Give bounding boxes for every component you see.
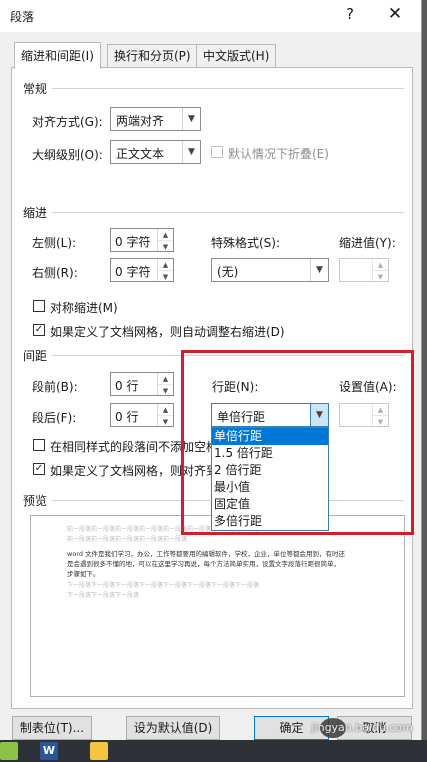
space-after-input[interactable]: 0 行 ▲ ▼	[110, 403, 174, 427]
spin-up-icon[interactable]: ▲	[158, 373, 173, 384]
title-bar: 段落 ? ✕	[0, 0, 421, 32]
outline-level-select[interactable]: 正文文本 ▼	[110, 140, 201, 164]
auto-adjust-label: 如果定义了文档网格，则自动调整右缩进(D)	[50, 325, 285, 339]
spin-up-icon[interactable]: ▲	[158, 259, 173, 270]
preview-next-line: 下一段落下一段落下一段落下一段落下一段落下一段落下一段落下一段落	[67, 582, 260, 589]
spin-up-icon[interactable]: ▲	[373, 259, 388, 270]
mirror-indents-checkbox[interactable]	[33, 300, 45, 312]
indent-divider	[52, 212, 404, 213]
watermark-text: jingyan.baidu.com	[311, 721, 413, 734]
spin-up-icon[interactable]: ▲	[158, 229, 173, 240]
indent-by-input[interactable]: ▲ ▼	[339, 258, 389, 282]
chevron-down-icon: ▼	[182, 108, 200, 130]
right-indent-label: 右侧(R):	[32, 266, 78, 280]
space-before-label: 段前(B):	[32, 380, 78, 394]
outline-level-label: 大纲级别(O):	[32, 148, 103, 162]
preview-prev-line: 前一段落前一段落前一段落前一段落前一段落	[67, 536, 188, 543]
right-indent-input[interactable]: 0 字符 ▲ ▼	[110, 258, 174, 282]
chevron-down-icon: ▼	[310, 259, 328, 281]
preview-next-line: 下一段落下一段落下一段落	[67, 592, 140, 599]
special-label: 特殊格式(S):	[211, 236, 281, 250]
preview-sample-line: 步骤如下。	[67, 570, 100, 578]
left-indent-label: 左侧(L):	[32, 236, 77, 250]
tab-line-page-breaks[interactable]: 换行和分页(P)	[107, 44, 198, 67]
help-button[interactable]: ?	[340, 5, 360, 23]
mirror-indents-label: 对称缩进(M)	[50, 301, 118, 315]
highlight-annotation-box	[181, 350, 414, 535]
auto-adjust-checkbox[interactable]: ✓	[33, 324, 45, 336]
general-header: 常规	[23, 82, 48, 96]
collapse-label: 默认情况下折叠(E)	[228, 147, 329, 161]
tab-asian-typography[interactable]: 中文版式(H)	[196, 44, 277, 67]
collapse-checkbox[interactable]	[211, 146, 223, 158]
chevron-down-icon: ▼	[182, 141, 200, 163]
taskbar: W	[0, 740, 427, 762]
indent-by-label: 缩进值(Y):	[339, 236, 396, 250]
preview-sample-line: 是会遇到很多不懂的地，可以在这里学习再说，每个方法简单实用，设置文字段落行距很简…	[67, 560, 340, 568]
spin-down-icon[interactable]: ▼	[373, 270, 388, 282]
no-space-same-style-checkbox[interactable]	[33, 439, 45, 451]
special-format-select[interactable]: (无) ▼	[211, 258, 329, 282]
paragraph-dialog: 段落 ? ✕ 缩进和间距(I) 换行和分页(P) 中文版式(H) 常规 对齐方式…	[0, 0, 422, 740]
space-before-input[interactable]: 0 行 ▲ ▼	[110, 372, 174, 396]
app-icon[interactable]	[0, 742, 18, 760]
spin-down-icon[interactable]: ▼	[158, 415, 173, 427]
general-divider	[52, 88, 404, 89]
spin-up-icon[interactable]: ▲	[158, 404, 173, 415]
preview-header: 预览	[23, 494, 48, 508]
spin-down-icon[interactable]: ▼	[158, 240, 173, 252]
spacing-header: 间距	[23, 349, 48, 363]
preview-box: 前一段落前一段落前一段落前一段落前一段落前一段落前一段落前一段落 前一段落前一段…	[30, 515, 405, 697]
alignment-select[interactable]: 两端对齐 ▼	[110, 107, 201, 131]
alignment-label: 对齐方式(G):	[32, 115, 103, 129]
set-default-button[interactable]: 设为默认值(D)	[126, 716, 220, 740]
close-button[interactable]: ✕	[383, 4, 407, 24]
left-indent-input[interactable]: 0 字符 ▲ ▼	[110, 228, 174, 252]
space-after-label: 段后(F):	[32, 411, 77, 425]
spin-down-icon[interactable]: ▼	[158, 384, 173, 396]
folder-icon[interactable]	[90, 742, 108, 760]
preview-sample-line: word 文件是我们学习，办公，工作等都要用的编辑软件，学校，企业，单位等都会用…	[67, 550, 346, 558]
indent-header: 缩进	[23, 206, 48, 220]
dialog-title: 段落	[10, 10, 35, 24]
tab-indent-spacing[interactable]: 缩进和间距(I)	[14, 42, 101, 69]
spin-down-icon[interactable]: ▼	[158, 270, 173, 282]
tabs-button[interactable]: 制表位(T)...	[12, 716, 92, 740]
word-icon[interactable]: W	[40, 742, 58, 760]
snap-to-grid-checkbox[interactable]: ✓	[33, 463, 45, 475]
